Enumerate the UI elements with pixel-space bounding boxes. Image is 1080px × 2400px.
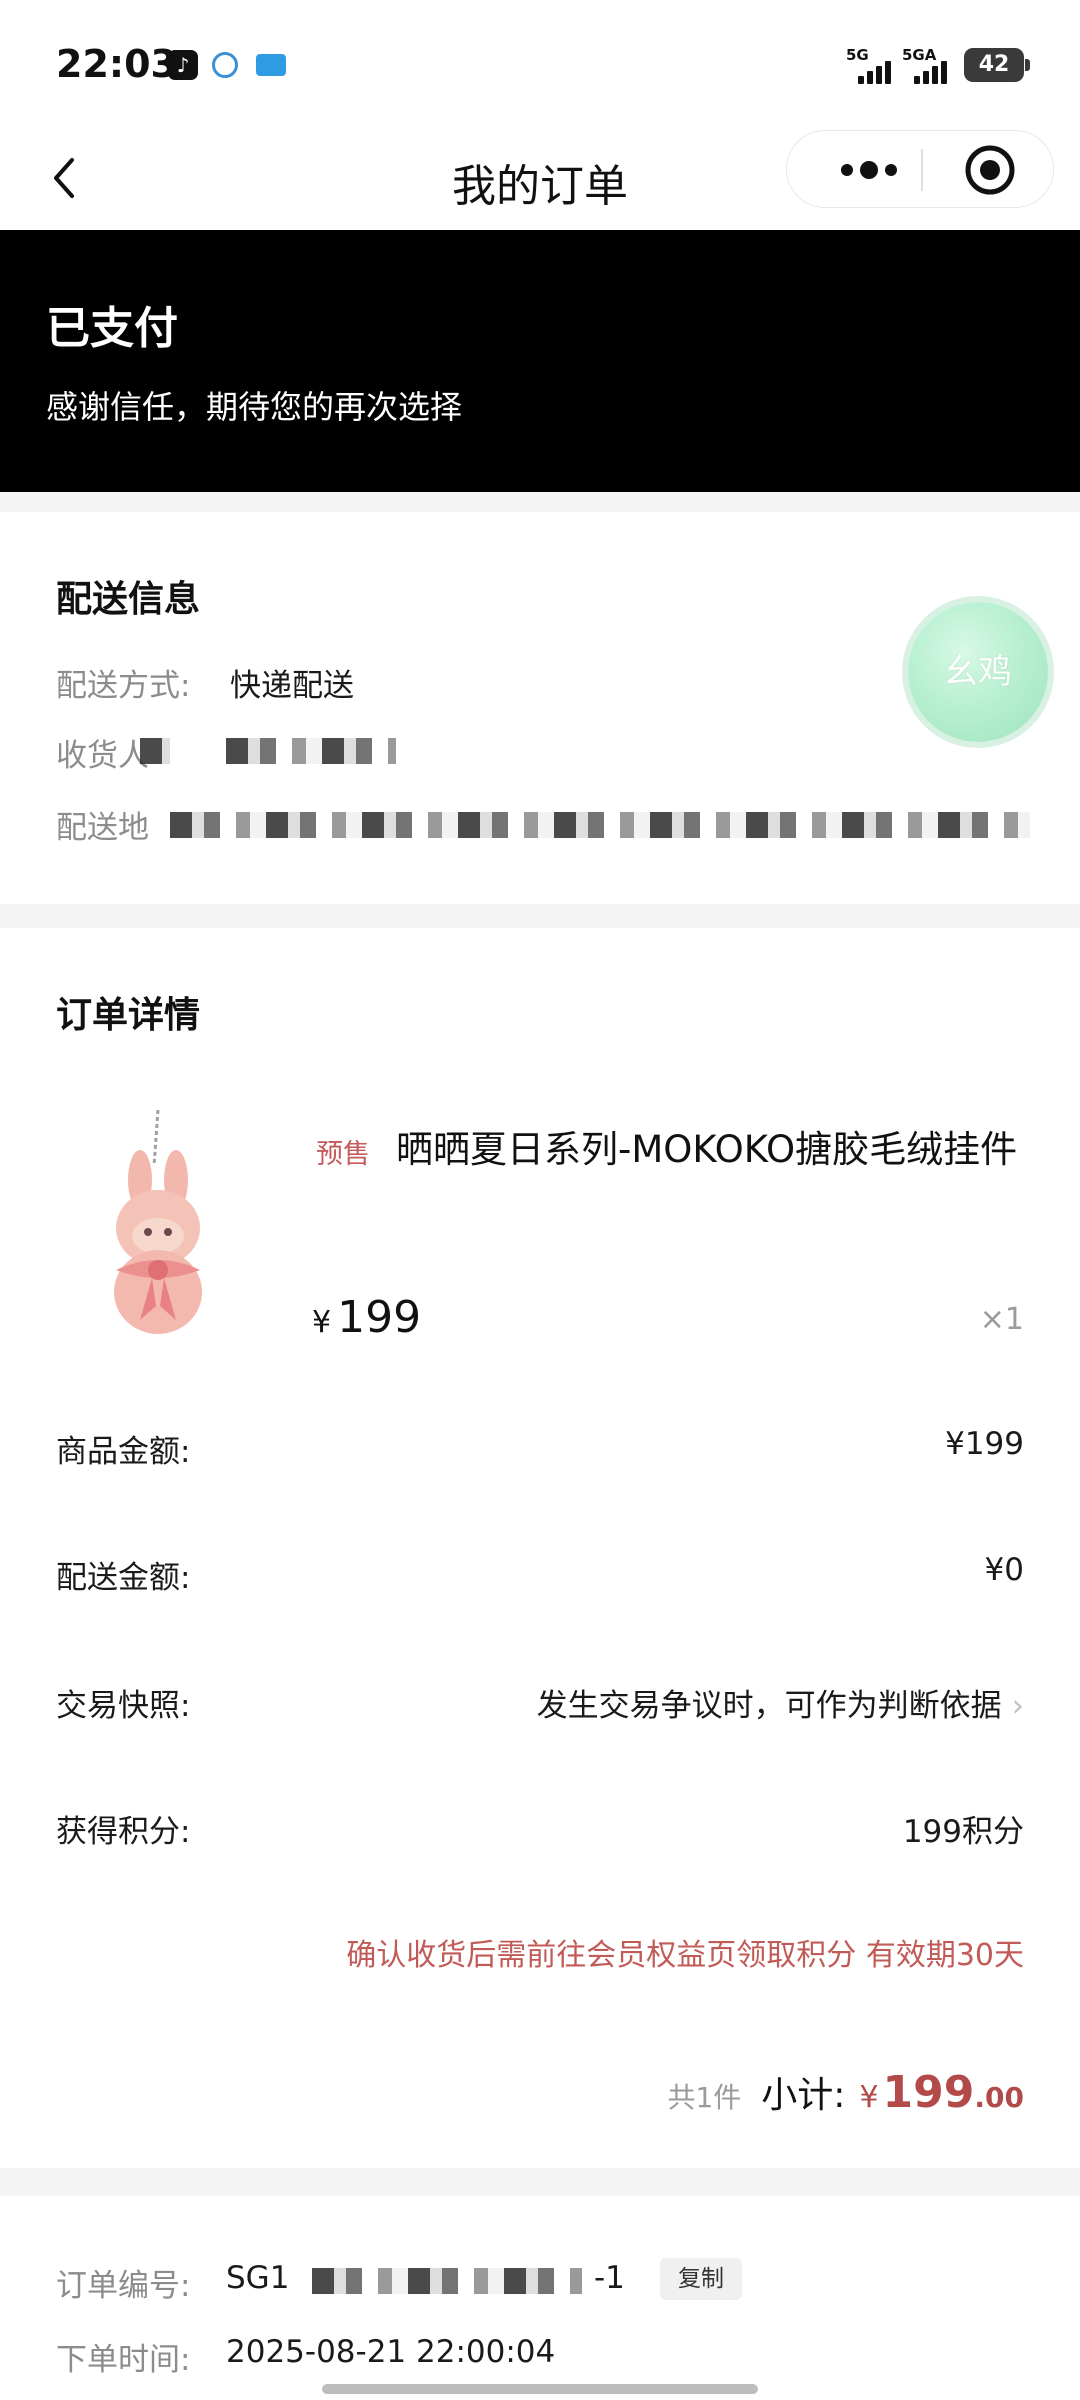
address-label: 配送地 (56, 810, 149, 846)
shipping-amount-value: ¥0 (984, 1552, 1024, 1588)
status-bar: 22:03 ♪ 5G 5GA 42 (0, 0, 1080, 130)
close-target-icon[interactable] (951, 131, 1029, 209)
battery-level: 42 (978, 52, 1010, 77)
subtotal-decimal: .00 (974, 2081, 1024, 2114)
snapshot-value: 发生交易争议时，可作为判断依据 (536, 1688, 1002, 1724)
item-count: 共1件 (667, 2081, 742, 2114)
redacted-address (170, 812, 1030, 838)
points-label: 获得积分: (56, 1814, 191, 1850)
subtotal-amount: 199 (882, 2067, 975, 2118)
points-value: 199积分 (902, 1814, 1024, 1850)
chevron-right-icon: › (1011, 1688, 1024, 1724)
mini-program-capsule (786, 130, 1054, 208)
product-quantity: ×1 (979, 1302, 1024, 1337)
presale-badge: 预售 (316, 1139, 370, 1170)
chat-notification-icon (212, 52, 238, 78)
price-currency: ¥ (312, 1305, 332, 1340)
goods-amount-label: 商品金额: (56, 1434, 191, 1470)
redacted-receiver (226, 738, 396, 764)
app-notification-icon (256, 54, 286, 76)
redacted-order-number (312, 2268, 582, 2294)
nav-bar: 我的订单 (0, 130, 1080, 230)
delivery-method-label: 配送方式: (56, 668, 191, 704)
redacted-receiver (140, 738, 170, 764)
signal-label: 5GA (902, 46, 937, 64)
tiktok-icon: ♪ (168, 50, 198, 80)
receiver-label: 收货人 (56, 738, 149, 774)
order-time-label: 下单时间: (56, 2342, 191, 2378)
signal-icon: 5G (846, 46, 896, 84)
subtotal-label: 小计: (761, 2075, 846, 2116)
order-number-prefix: SG1 (226, 2260, 290, 2296)
floating-assistant-button[interactable]: 幺鸡 (908, 602, 1048, 742)
capsule-divider (921, 149, 923, 191)
product-thumbnail[interactable] (96, 1110, 226, 1340)
battery-icon: 42 (964, 48, 1030, 82)
status-time: 22:03 (56, 42, 177, 86)
home-indicator[interactable] (322, 2384, 758, 2394)
order-status-subtitle: 感谢信任，期待您的再次选择 (46, 388, 463, 426)
product-name[interactable]: 晒晒夏日系列-MOKOKO搪胶毛绒挂件 (306, 1122, 1026, 1178)
more-dots-icon[interactable] (821, 131, 917, 209)
points-notice: 确认收货后需前往会员权益页领取积分 有效期30天 (346, 1938, 1024, 1973)
snapshot-link[interactable]: 发生交易争议时，可作为判断依据 › (537, 1680, 1024, 1725)
order-number-suffix: -1 (594, 2260, 625, 2296)
order-number-label: 订单编号: (56, 2268, 191, 2304)
shipping-amount-label: 配送金额: (56, 1560, 191, 1596)
goods-amount-value: ¥199 (945, 1426, 1024, 1462)
order-status-title: 已支付 (46, 303, 178, 354)
delivery-section-title: 配送信息 (56, 579, 201, 620)
delivery-method-value: 快递配送 (230, 668, 354, 704)
subtotal-currency: ¥ (859, 2080, 879, 2115)
order-time-value: 2025-08-21 22:00:04 (226, 2334, 556, 2370)
price-value: 199 (337, 1292, 422, 1343)
snapshot-label: 交易快照: (56, 1688, 191, 1724)
product-price: ¥199 (312, 1292, 421, 1343)
order-section-title: 订单详情 (56, 995, 201, 1036)
subtotal: 共1件 小计: ¥199.00 (667, 2066, 1024, 2126)
copy-button[interactable]: 复制 (660, 2258, 742, 2300)
order-status-banner: 已支付 感谢信任，期待您的再次选择 (0, 230, 1080, 492)
signal-icon: 5GA (902, 46, 952, 84)
signal-label: 5G (846, 46, 869, 64)
